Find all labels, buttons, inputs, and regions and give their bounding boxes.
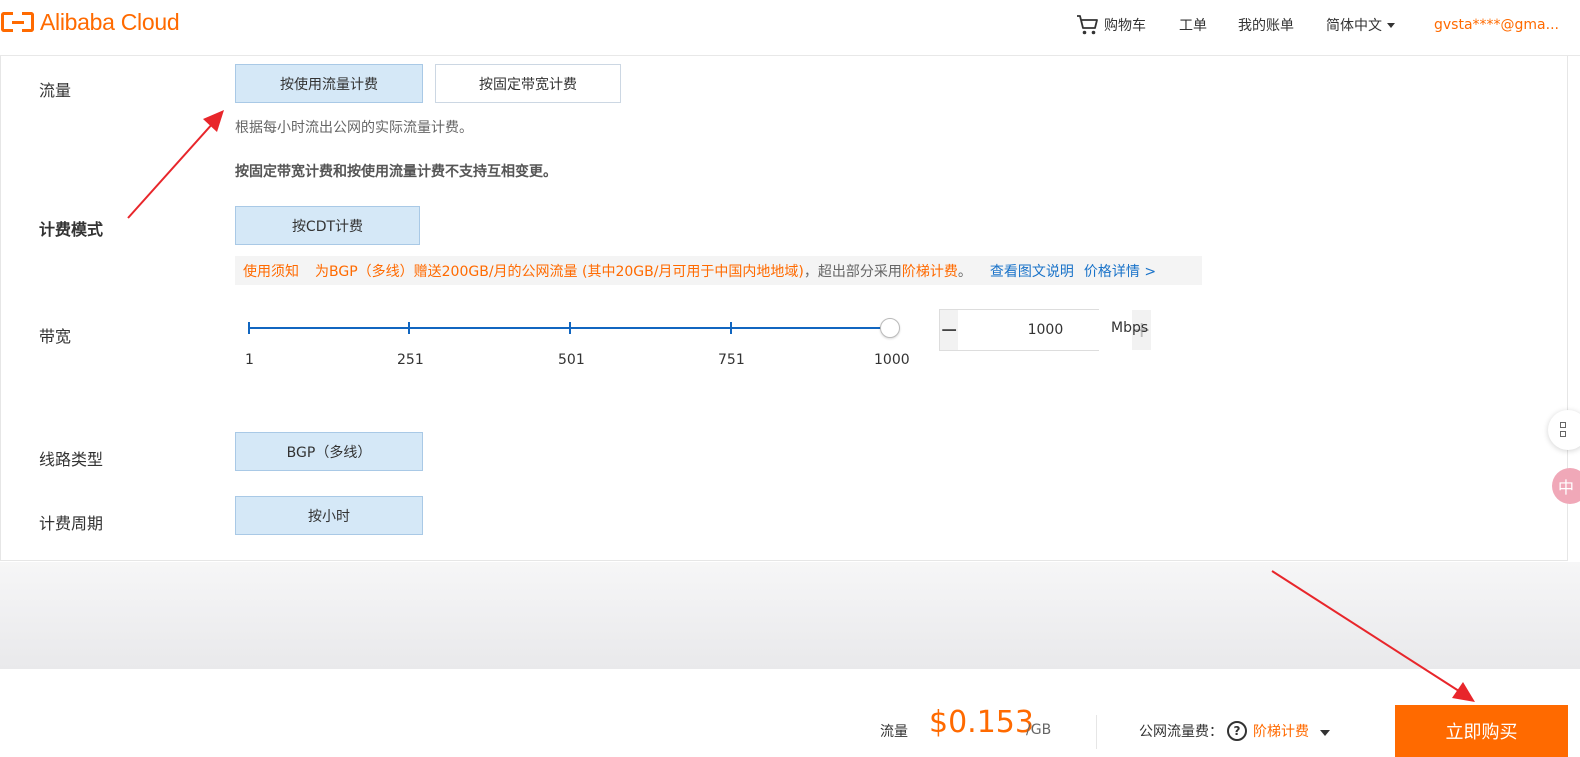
billing-cycle-label: 计费周期 <box>39 514 104 533</box>
bandwidth-slider[interactable] <box>248 318 900 338</box>
bandwidth-input[interactable] <box>958 310 1133 350</box>
option-hourly[interactable]: 按小时 <box>235 496 423 535</box>
price-details-link[interactable]: 价格详情 > <box>1084 261 1156 281</box>
slider-tick-label: 751 <box>718 352 745 368</box>
price-unit: /GB <box>1026 722 1052 738</box>
floating-apps-button[interactable] <box>1548 410 1580 450</box>
slider-tick-label: 1000 <box>874 352 910 368</box>
line-type-label: 线路类型 <box>39 450 104 469</box>
tier-billing-dropdown[interactable]: 阶梯计费 <box>1253 721 1309 741</box>
notice-period: 。 <box>957 263 972 280</box>
footer-divider <box>1096 715 1097 749</box>
alibaba-cloud-logo[interactable]: Alibaba Cloud <box>0 8 180 36</box>
slider-tick-label: 1 <box>245 352 254 368</box>
view-illustrated-guide-link[interactable]: 查看图文说明 <box>990 261 1074 281</box>
option-cdt-billing[interactable]: 按CDT计费 <box>235 206 420 245</box>
bandwidth-label: 带宽 <box>39 327 72 346</box>
language-selector[interactable]: 简体中文 <box>1326 12 1395 38</box>
help-icon[interactable]: ? <box>1227 721 1247 741</box>
traffic-warning: 按固定带宽计费和按使用流量计费不支持互相变更。 <box>235 164 557 180</box>
logo-text: Alibaba Cloud <box>40 8 180 35</box>
billing-mode-label: 计费模式 <box>39 220 104 239</box>
buy-now-button[interactable]: 立即购买 <box>1395 705 1568 757</box>
user-account[interactable]: gvsta****@gma... <box>1434 12 1559 38</box>
bandwidth-unit: Mbps <box>1111 320 1149 336</box>
purchase-bar: 流量 $0.153 /GB 公网流量费： ? 阶梯计费 立即购买 <box>0 669 1580 757</box>
traffic-label: 流量 <box>39 81 72 100</box>
cart-icon <box>1077 15 1098 35</box>
top-header: Alibaba Cloud 购物车 工单 我的账单 简体中文 gvsta****… <box>0 0 1580 56</box>
slider-tick <box>569 322 571 334</box>
nav-cart-label: 购物车 <box>1104 18 1146 34</box>
floating-assistant-button[interactable]: 中 <box>1552 468 1580 504</box>
public-traffic-fee-label: 公网流量费： <box>1139 724 1223 740</box>
slider-tick <box>248 322 250 334</box>
notice-tier-text: 阶梯计费 <box>901 263 958 280</box>
page-background-band <box>0 562 1580 669</box>
slider-tick-label: 251 <box>397 352 424 368</box>
slider-tick <box>408 322 410 334</box>
traffic-hint: 根据每小时流出公网的实际流量计费。 <box>235 120 473 136</box>
language-label: 简体中文 <box>1326 18 1382 34</box>
footer-traffic-label: 流量 <box>880 724 908 740</box>
decrement-button[interactable]: − <box>940 310 959 350</box>
alibaba-logo-icon <box>0 10 36 34</box>
chevron-down-icon <box>1387 22 1395 28</box>
caret-down-icon[interactable] <box>1320 730 1330 736</box>
option-bgp-multiline[interactable]: BGP（多线） <box>235 432 423 471</box>
notice-tag: 使用须知 <box>243 263 299 280</box>
option-pay-by-traffic[interactable]: 按使用流量计费 <box>235 64 423 103</box>
config-card: 流量 按使用流量计费 按固定带宽计费 根据每小时流出公网的实际流量计费。 按固定… <box>0 56 1568 561</box>
bandwidth-stepper: − + <box>939 309 1151 351</box>
nav-ticket[interactable]: 工单 <box>1179 12 1207 38</box>
usage-notice: 使用须知 为BGP（多线）赠送200GB/月的公网流量 (其中20GB/月可用于… <box>235 256 1202 285</box>
nav-bill[interactable]: 我的账单 <box>1238 12 1294 38</box>
grid-icon <box>1560 422 1566 428</box>
slider-tick-label: 501 <box>558 352 585 368</box>
option-pay-by-bandwidth[interactable]: 按固定带宽计费 <box>435 64 621 103</box>
nav-cart[interactable]: 购物车 <box>1076 12 1146 38</box>
traffic-price: $0.153 <box>929 705 1034 740</box>
slider-thumb[interactable] <box>880 318 900 338</box>
slider-tick <box>730 322 732 334</box>
notice-free-quota: 为BGP（多线）赠送200GB/月的公网流量 (其中20GB/月可用于中国内地地… <box>315 263 804 280</box>
grid-icon-cell <box>1560 431 1566 437</box>
notice-excess: ，超出部分采用 <box>803 263 902 280</box>
